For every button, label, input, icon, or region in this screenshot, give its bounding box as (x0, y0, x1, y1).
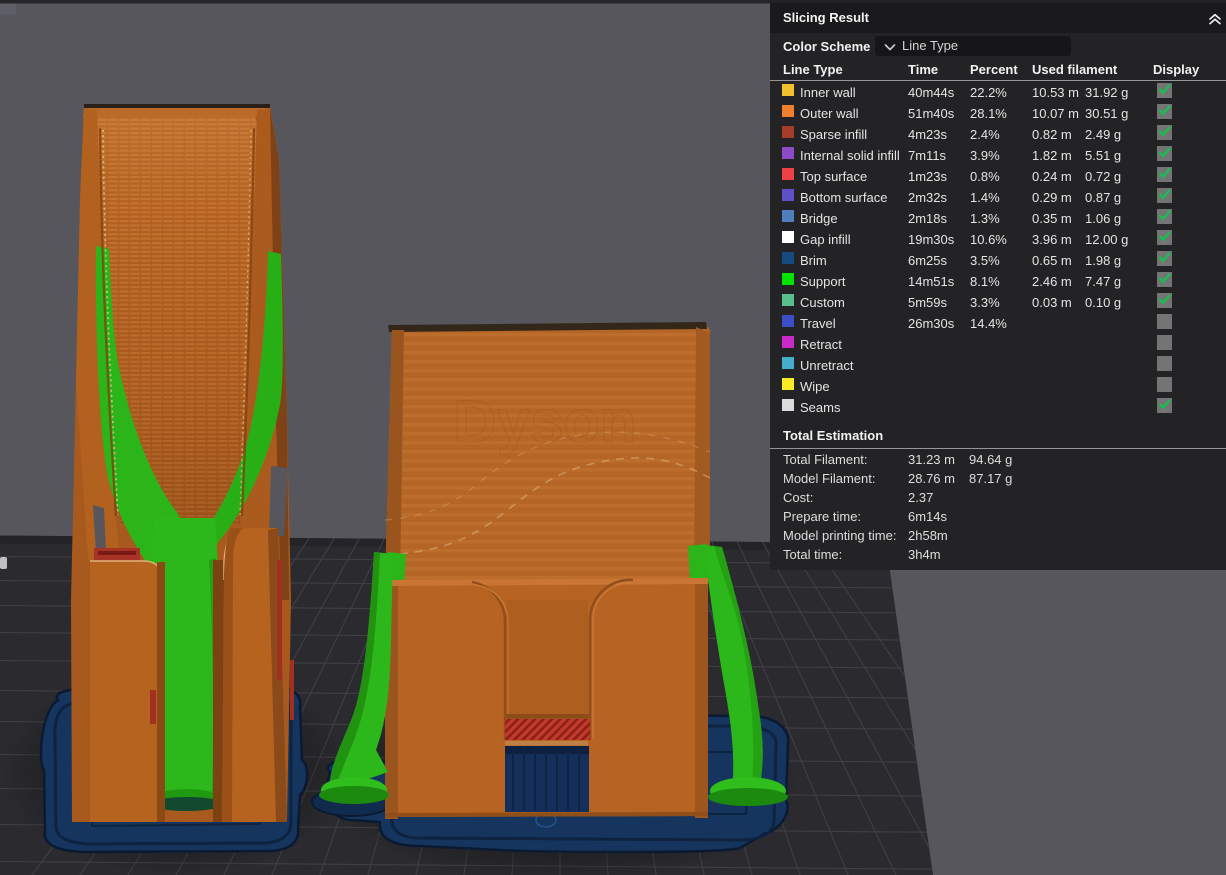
svg-text:Dyson: Dyson (453, 388, 636, 455)
